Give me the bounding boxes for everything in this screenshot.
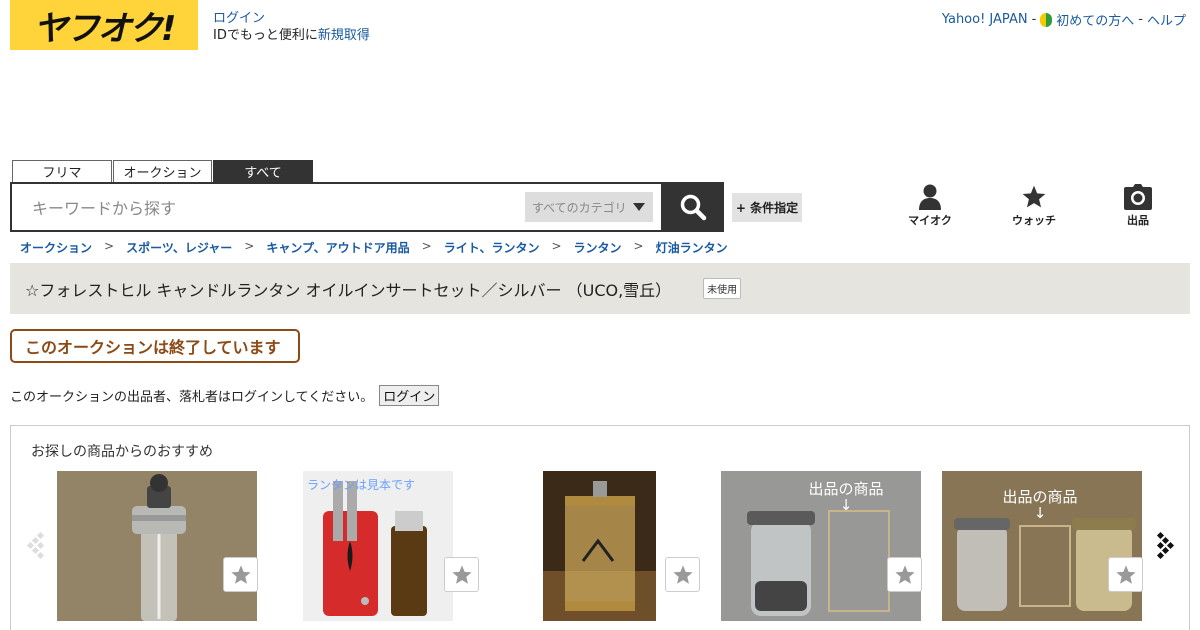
login-box: ログイン IDでもっと便利に新規取得 [213, 10, 370, 44]
yahuoku-logo[interactable]: ヤフオク! [10, 0, 198, 50]
condition-badge: 未使用 [703, 278, 742, 299]
header-links: Yahoo! JAPAN - 初めての方へ - ヘルプ [942, 10, 1186, 29]
watch-toggle[interactable] [665, 557, 700, 592]
search-tabs: フリマ オークション すべて [12, 160, 313, 182]
watch-label: ウォッチ [1012, 214, 1056, 227]
sell-button[interactable]: 出品 [1108, 184, 1168, 228]
breadcrumb-separator: > [633, 239, 644, 253]
breadcrumb-auction[interactable]: オークション [20, 239, 92, 256]
search-input[interactable] [32, 196, 512, 220]
star-icon [230, 564, 251, 584]
help-link[interactable]: ヘルプ [1147, 10, 1186, 29]
recommendation-panel: お探しの商品からのおすすめ ランタンは見本です 出品の商品 ↓ 出品の商品 ↓ [10, 425, 1190, 630]
link-separator: - [1031, 12, 1037, 27]
product-photo[interactable] [303, 471, 453, 621]
carousel-prev-icon[interactable] [26, 531, 46, 559]
chevron-down-icon [633, 203, 645, 211]
auction-ended-banner: このオークションは終了しています [10, 329, 300, 363]
search-button[interactable] [662, 182, 724, 232]
category-select-label: すべてのカテゴリ [532, 200, 627, 215]
condition-button[interactable]: + 条件指定 [732, 193, 802, 222]
item-title-bar: ☆フォレストヒル キャンドルランタン オイルインサートセット／シルバー （UCO… [10, 263, 1190, 314]
person-icon [919, 184, 941, 210]
carousel-next-icon[interactable] [1155, 531, 1175, 559]
beginner-mark-icon [1040, 12, 1053, 27]
myauc-button[interactable]: マイオク [900, 184, 960, 228]
breadcrumb-separator: > [421, 239, 432, 253]
breadcrumb-separator: > [551, 239, 562, 253]
star-icon [1022, 185, 1046, 208]
yahoo-japan-link[interactable]: Yahoo! JAPAN [942, 12, 1028, 27]
product-photo[interactable] [543, 471, 656, 621]
tab-auction[interactable]: オークション [113, 160, 212, 182]
photo-caption-arrow: ↓ [839, 496, 853, 514]
sell-label: 出品 [1127, 214, 1149, 227]
search-icon [680, 194, 707, 221]
logo-text: ヤフオク! [33, 8, 177, 49]
link-separator: - [1138, 12, 1143, 27]
camera-icon [1124, 184, 1152, 210]
login-notice-text: このオークションの出品者、落札者はログインしてください。 [10, 390, 374, 405]
myauc-label: マイオク [908, 214, 952, 227]
category-select[interactable]: すべてのカテゴリ [525, 192, 653, 222]
item-title: ☆フォレストヒル キャンドルランタン オイルインサートセット／シルバー （UCO… [25, 280, 672, 300]
beginners-link[interactable]: 初めての方へ [1056, 10, 1134, 29]
watch-toggle[interactable] [887, 557, 922, 592]
star-icon [1115, 564, 1136, 584]
product-photo[interactable] [57, 471, 257, 621]
photo-caption: ランタンは見本です [307, 478, 416, 492]
watch-toggle[interactable] [1108, 557, 1143, 592]
login-link[interactable]: ログイン [213, 11, 265, 26]
star-icon [672, 564, 693, 584]
breadcrumb-camp[interactable]: キャンプ、アウトドア用品 [266, 239, 409, 256]
login-button[interactable]: ログイン [379, 385, 440, 406]
breadcrumb-lights[interactable]: ライト、ランタン [444, 239, 540, 256]
watch-button[interactable]: ウォッチ [1004, 184, 1064, 228]
breadcrumb-lantern[interactable]: ランタン [574, 239, 622, 256]
breadcrumb-separator: > [104, 239, 115, 253]
photo-caption-arrow: ↓ [1033, 504, 1047, 522]
login-description: IDでもっと便利に [213, 28, 318, 43]
breadcrumb-sports[interactable]: スポーツ、レジャー [126, 239, 232, 256]
recommendation-title: お探しの商品からのおすすめ [31, 444, 213, 460]
watch-toggle[interactable] [223, 557, 258, 592]
star-icon [451, 564, 472, 584]
tab-all[interactable]: すべて [213, 160, 313, 182]
tab-furima[interactable]: フリマ [12, 160, 112, 182]
watch-toggle[interactable] [444, 557, 479, 592]
search-box: すべてのカテゴリ [10, 182, 663, 232]
breadcrumb-separator: > [244, 239, 255, 253]
signup-link[interactable]: 新規取得 [318, 28, 370, 43]
login-notice: このオークションの出品者、落札者はログインしてください。 ログイン [10, 385, 440, 406]
breadcrumb: オークション > スポーツ、レジャー > キャンプ、アウトドア用品 > ライト、… [20, 239, 728, 256]
breadcrumb-kerosene-lantern[interactable]: 灯油ランタン [656, 239, 728, 256]
star-icon [894, 564, 915, 584]
